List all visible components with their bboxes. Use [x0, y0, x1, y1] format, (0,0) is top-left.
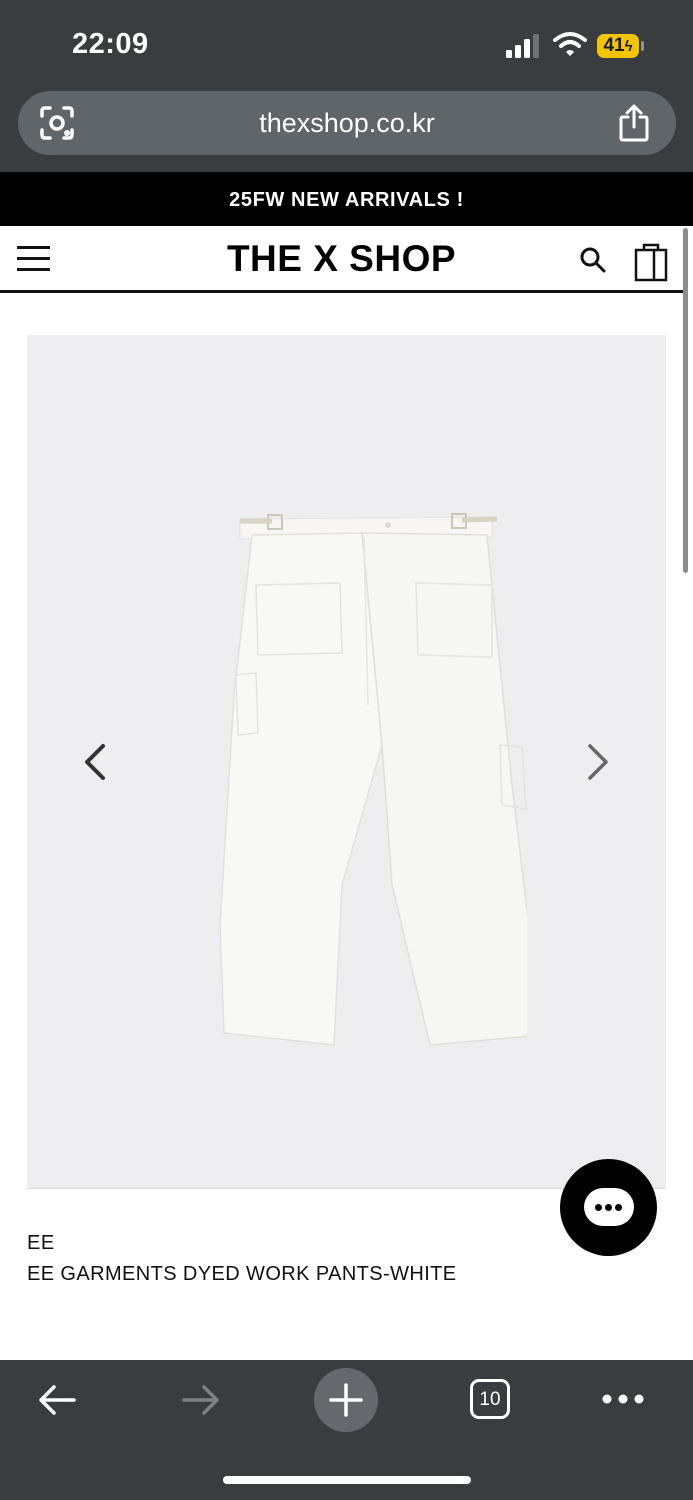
product-image[interactable] [192, 505, 527, 1050]
page-scrollbar[interactable] [683, 228, 688, 573]
chevron-right-icon[interactable] [584, 740, 614, 784]
home-indicator [223, 1476, 471, 1484]
battery-level: 41 [603, 35, 625, 56]
browser-bottom-toolbar: 10 [0, 1360, 693, 1500]
announcement-bar[interactable]: 25FW NEW ARRIVALS ! [0, 172, 693, 226]
battery-icon: 41ϟ [597, 34, 639, 58]
product-brand[interactable]: EE [27, 1232, 55, 1255]
address-bar[interactable]: thexshop.co.kr [18, 91, 676, 155]
product-name: EE GARMENTS DYED WORK PANTS-WHITE [27, 1263, 457, 1285]
battery-nub [641, 41, 644, 51]
browser-top-bar: 22:09 41ϟ thexshop.co.kr [0, 0, 693, 172]
site-header: THE X SHOP [0, 226, 683, 293]
wifi-icon [553, 32, 587, 56]
chat-icon [584, 1188, 634, 1226]
tab-switcher-button[interactable]: 10 [470, 1379, 510, 1419]
signal-icon [506, 34, 539, 58]
shopping-bag-icon[interactable] [634, 242, 668, 282]
status-time: 22:09 [72, 28, 149, 60]
forward-arrow-icon [182, 1385, 219, 1415]
chevron-left-icon[interactable] [79, 740, 109, 784]
search-icon[interactable] [579, 246, 607, 274]
product-gallery[interactable] [27, 335, 666, 1188]
new-tab-button[interactable] [314, 1368, 378, 1432]
back-arrow-icon[interactable] [36, 1382, 78, 1418]
share-icon[interactable] [616, 103, 652, 143]
chat-button[interactable] [560, 1159, 657, 1256]
charging-bolt-icon: ϟ [624, 38, 633, 55]
more-icon[interactable] [600, 1392, 646, 1406]
url-text[interactable]: thexshop.co.kr [18, 108, 676, 139]
plus-icon [329, 1383, 363, 1417]
